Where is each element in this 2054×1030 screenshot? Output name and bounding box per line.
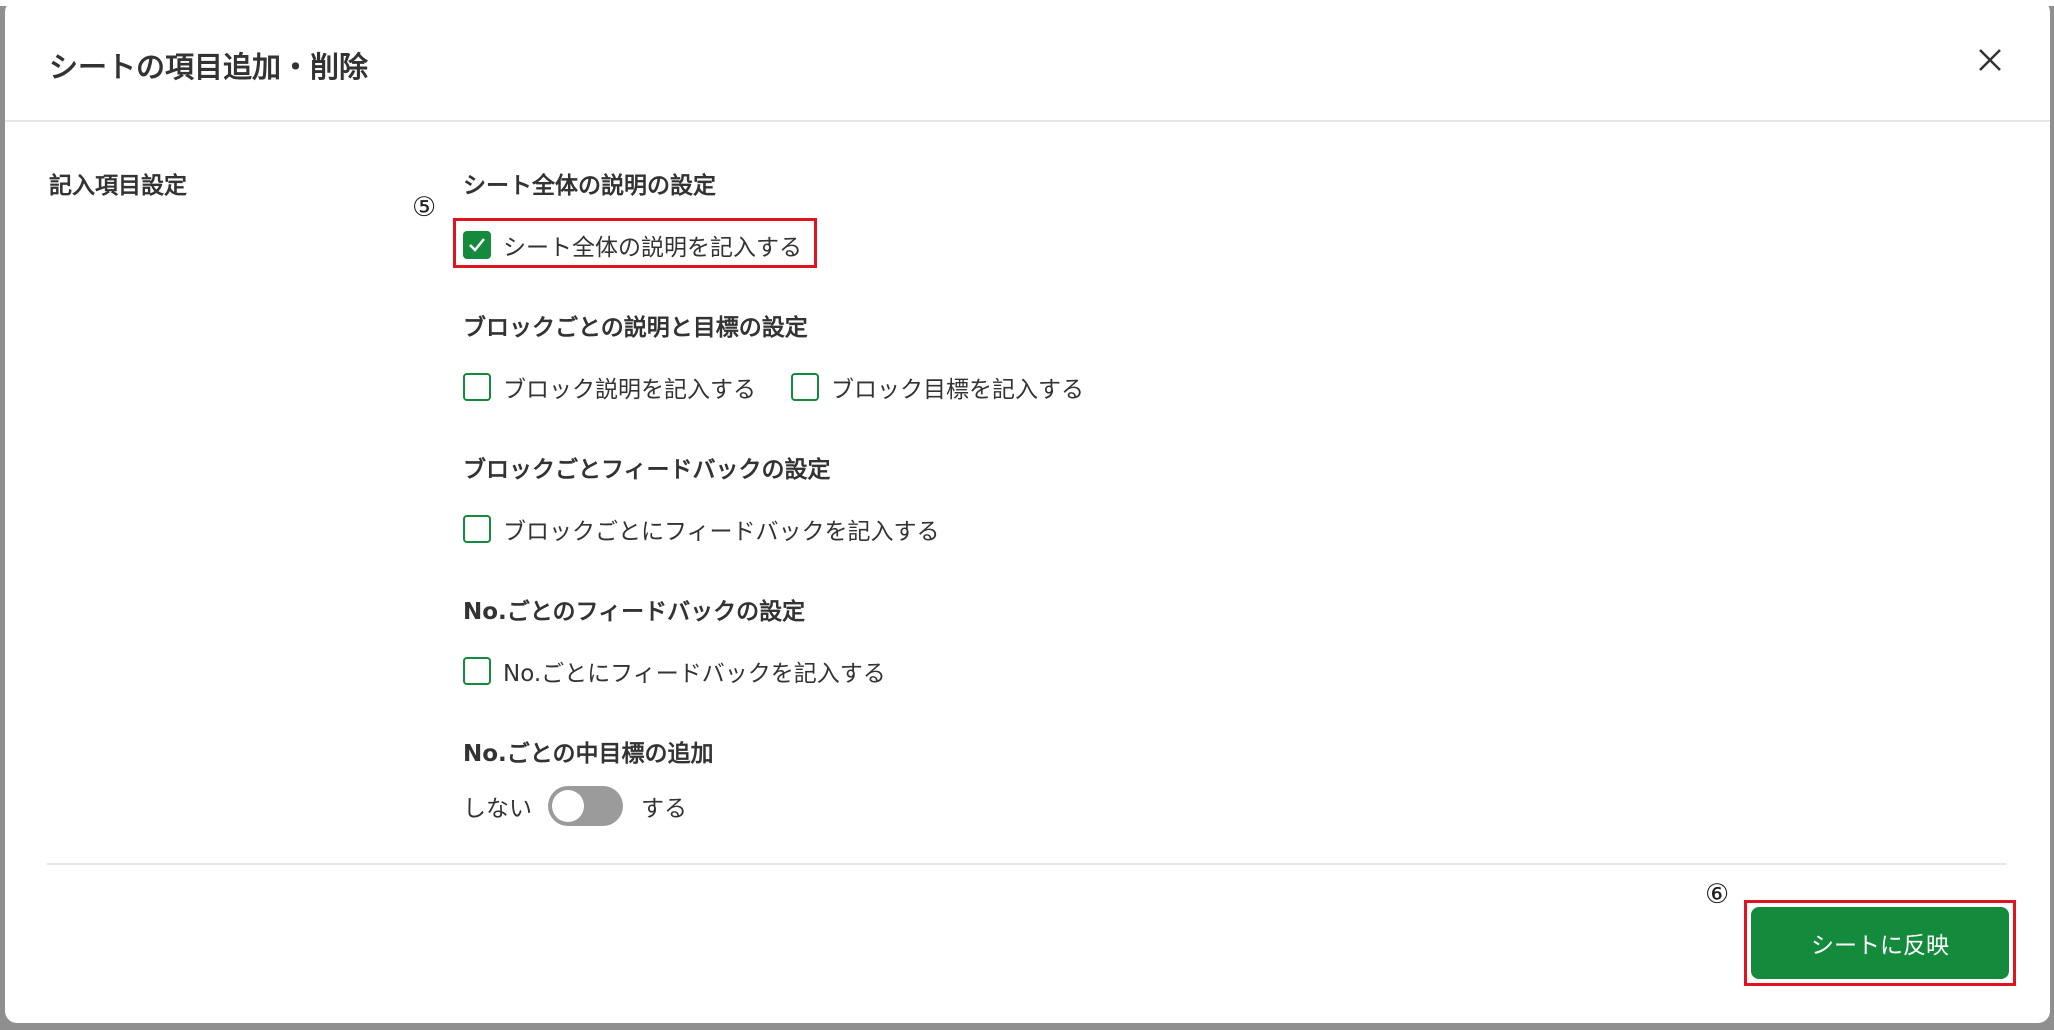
checkbox-block-goal[interactable]: ブロック目標を記入する	[791, 370, 1084, 404]
group-title-no-feedback: No.ごとのフィードバックの設定	[463, 599, 806, 625]
checkbox-sheet-description[interactable]: シート全体の説明を記入する	[463, 228, 802, 262]
annotation-marker-6: ⑥	[1705, 879, 1730, 910]
toggle-off-label: しない	[463, 796, 532, 822]
checkbox-label: ブロック説明を記入する	[503, 377, 756, 403]
toggle-knob	[552, 790, 584, 822]
mid-goal-toggle-row: しない する	[463, 786, 687, 826]
dialog-header: シートの項目追加・削除	[5, 0, 2050, 122]
checkbox-unchecked-icon	[463, 515, 491, 543]
apply-to-sheet-button[interactable]: シートに反映	[1751, 907, 2009, 979]
mid-goal-toggle[interactable]	[548, 786, 623, 826]
checkbox-label: No.ごとにフィードバックを記入する	[503, 661, 886, 687]
dialog-title: シートの項目追加・削除	[49, 50, 369, 84]
checkbox-checked-icon	[463, 231, 491, 259]
checkbox-block-feedback[interactable]: ブロックごとにフィードバックを記入する	[463, 512, 940, 546]
checkbox-label: ブロック目標を記入する	[831, 377, 1084, 403]
group-title-block-feedback: ブロックごとフィードバックの設定	[463, 457, 831, 483]
footer-divider	[47, 863, 2007, 865]
annotation-marker-5: ⑤	[412, 192, 437, 223]
checkbox-block-description[interactable]: ブロック説明を記入する	[463, 370, 756, 404]
close-icon	[1979, 49, 2001, 71]
checkbox-label: シート全体の説明を記入する	[503, 235, 802, 261]
section-label: 記入項目設定	[49, 173, 187, 199]
toggle-on-label: する	[641, 796, 687, 822]
group-title-no-mid-goal: No.ごとの中目標の追加	[463, 741, 714, 767]
checkbox-unchecked-icon	[791, 373, 819, 401]
checkbox-unchecked-icon	[463, 657, 491, 685]
checkbox-unchecked-icon	[463, 373, 491, 401]
close-button[interactable]	[1970, 40, 2010, 80]
dialog: シートの項目追加・削除 記入項目設定 シート全体の説明の設定 ⑤ シート全体の説…	[5, 0, 2050, 1023]
group-title-block-description-goal: ブロックごとの説明と目標の設定	[463, 315, 808, 341]
checkbox-label: ブロックごとにフィードバックを記入する	[503, 519, 940, 545]
checkbox-no-feedback[interactable]: No.ごとにフィードバックを記入する	[463, 654, 886, 688]
group-title-sheet-description: シート全体の説明の設定	[463, 173, 716, 199]
